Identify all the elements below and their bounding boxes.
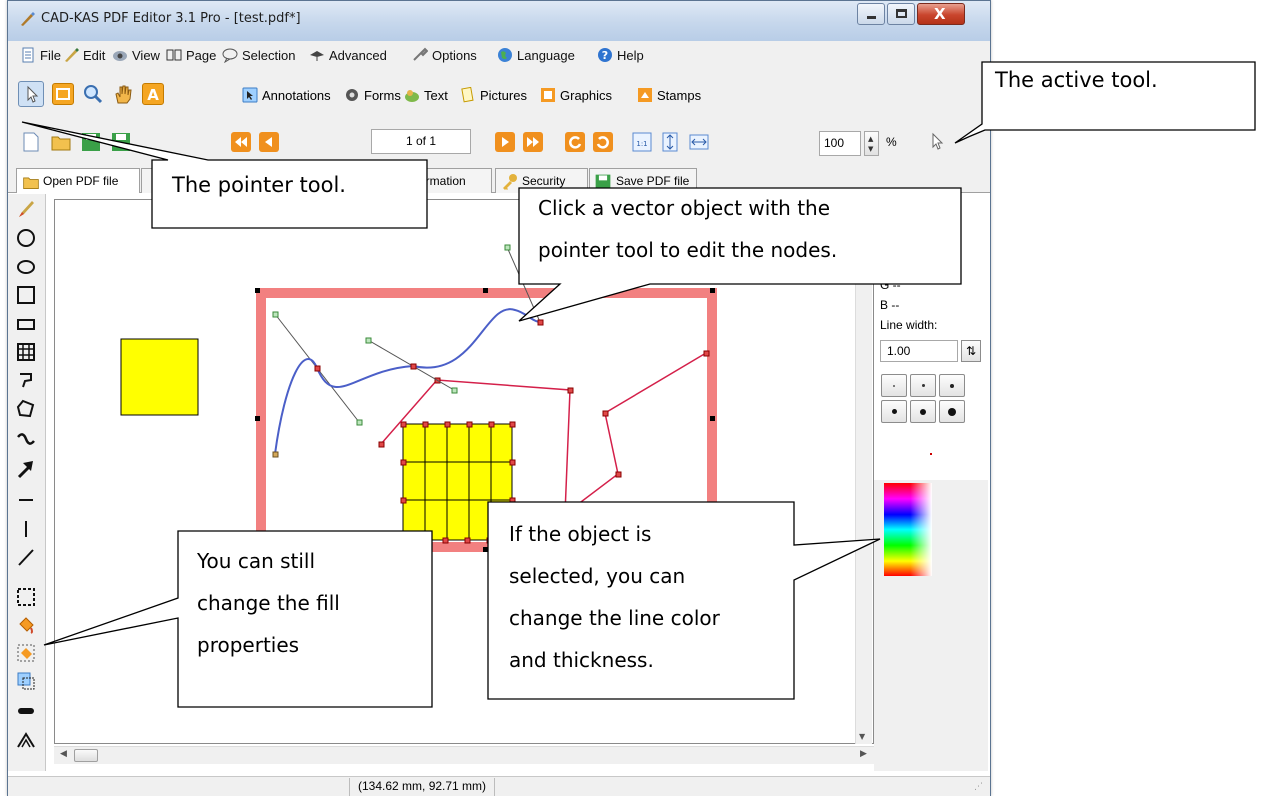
- callout-vector-line1: Click a vector object with the: [538, 196, 831, 220]
- callout-pointer-tool-text: The pointer tool.: [172, 173, 346, 197]
- callout-fill-line1: You can still: [197, 549, 316, 573]
- callout-active-tool-text: The active tool.: [995, 68, 1158, 92]
- callout-selected-line2: selected, you can: [509, 564, 686, 588]
- callout-fill-line3: properties: [197, 633, 300, 657]
- callout-overlay: [21, 61, 1256, 708]
- callout-selected-line1: If the object is: [509, 522, 652, 546]
- callout-selected-line3: change the line color: [509, 606, 720, 630]
- callout-fill-line2: change the fill: [197, 591, 340, 615]
- callout-vector-line2: pointer tool to edit the nodes.: [538, 238, 838, 262]
- callout-selected-line4: and thickness.: [509, 648, 654, 672]
